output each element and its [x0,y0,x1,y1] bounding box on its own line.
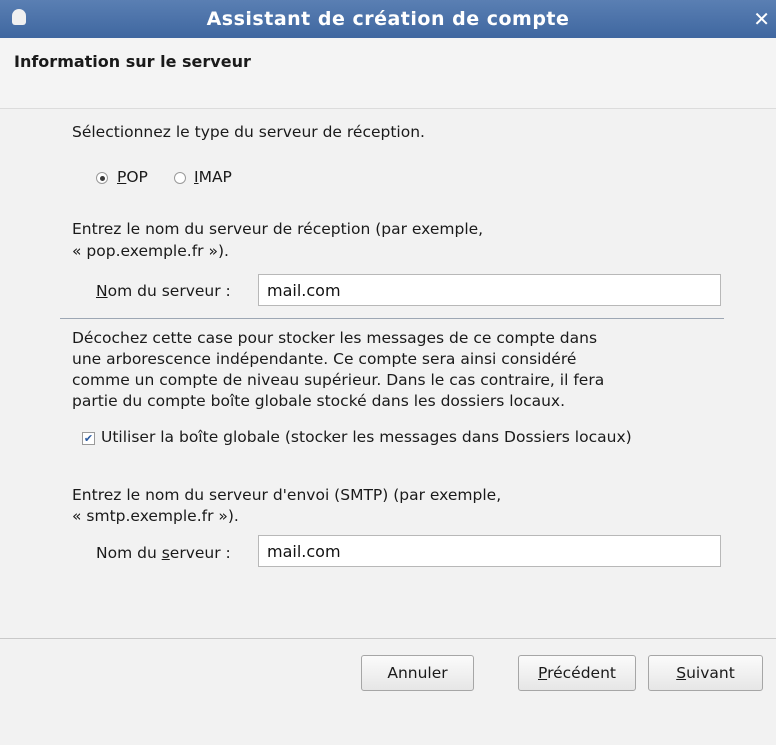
radio-pop-label[interactable]: POP [117,166,148,188]
outgoing-server-label-pre: Nom du [96,544,162,562]
next-button-rest: uivant [686,664,735,682]
radio-pop[interactable] [96,172,108,184]
global-inbox-desc-line2: une arborescence indépendante. Ce compte… [72,350,577,368]
incoming-prompt-line1: Entrez le nom du serveur de réception (p… [72,220,484,238]
incoming-server-label-rest: om du serveur : [107,282,231,300]
previous-button[interactable]: Précédent [518,655,636,691]
section-divider [60,318,724,319]
previous-button-rest: récédent [547,664,616,682]
cancel-button[interactable]: Annuler [361,655,474,691]
radio-imap-label-rest: MAP [198,168,232,186]
wizard-content: Sélectionnez le type du serveur de récep… [0,109,776,745]
outgoing-server-label-rest: erveur : [169,544,231,562]
outgoing-server-input[interactable] [258,535,721,567]
page-title: Information sur le serveur [14,52,251,71]
global-inbox-desc-line1: Décochez cette case pour stocker les mes… [72,329,598,347]
window-title: Assistant de création de compte [206,8,570,30]
outgoing-prompt-line1: Entrez le nom du serveur d'envoi (SMTP) … [72,486,502,504]
outgoing-prompt-line2: « smtp.exemple.fr »). [72,507,239,525]
incoming-prompt-line2: « pop.exemple.fr »). [72,242,229,260]
radio-pop-label-rest: OP [126,168,148,186]
global-inbox-desc-line4: partie du compte boîte globale stocké da… [72,392,566,410]
radio-imap[interactable] [174,172,186,184]
incoming-server-input[interactable] [258,274,721,306]
radio-imap-label[interactable]: IMAP [194,166,232,188]
page-header: Information sur le serveur [0,38,776,109]
title-bar: Assistant de création de compte ✕ [0,0,776,38]
footer-divider [0,638,776,639]
outgoing-server-label: Nom du serveur : [96,544,231,562]
incoming-server-label: Nom du serveur : [96,282,231,300]
server-type-prompt: Sélectionnez le type du serveur de récep… [72,123,425,141]
global-inbox-desc-line3: comme un compte de niveau supérieur. Dan… [72,371,605,389]
global-inbox-checkbox[interactable]: ✔ [82,432,95,445]
global-inbox-checkbox-label[interactable]: Utiliser la boîte globale (stocker les m… [101,426,632,448]
next-button[interactable]: Suivant [648,655,763,691]
close-icon[interactable]: ✕ [753,0,770,38]
